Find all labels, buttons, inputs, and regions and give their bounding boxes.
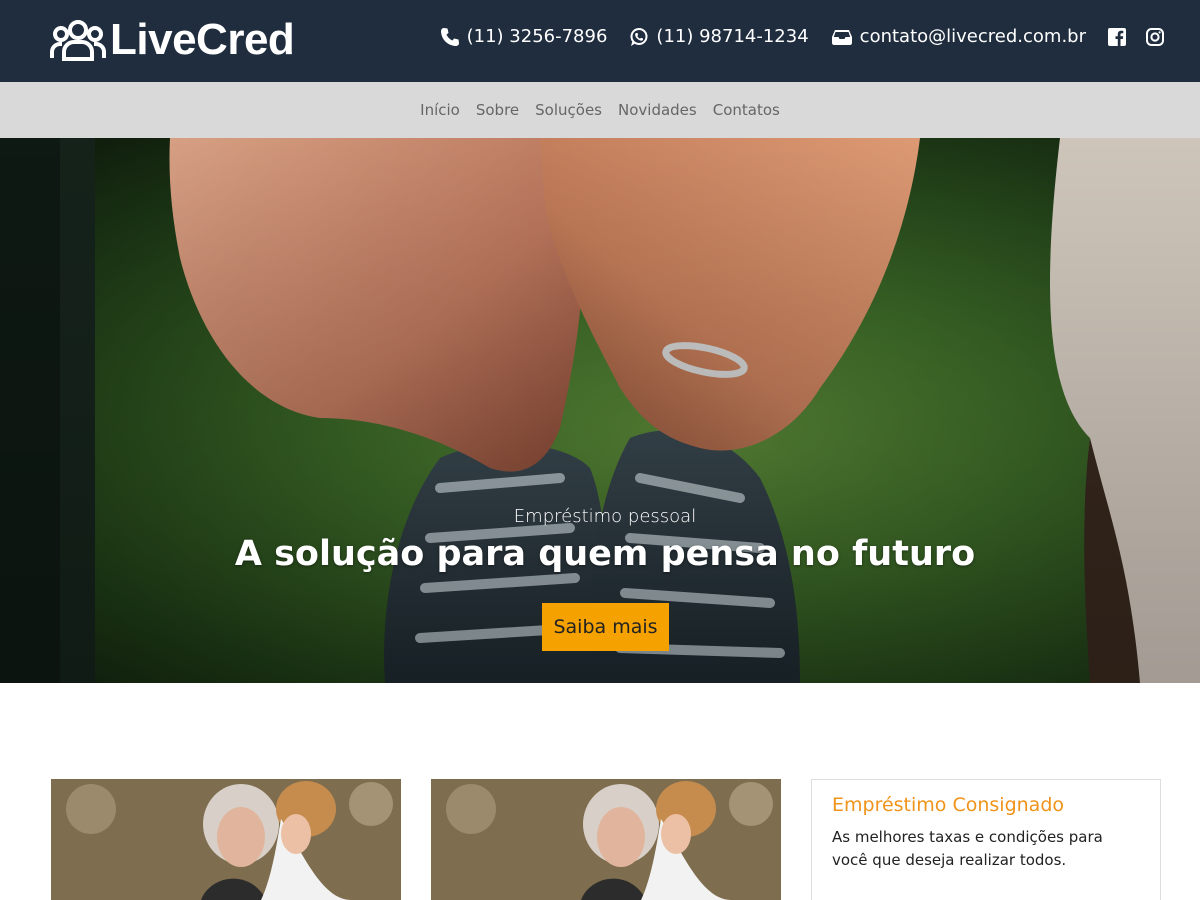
hero-title: A solução para quem pensa no futuro	[234, 534, 976, 574]
phone-number: (11) 3256-7896	[466, 26, 608, 47]
card-description: As melhores taxas e condições para você …	[832, 828, 1103, 869]
whatsapp-icon	[630, 27, 648, 46]
hero-banner: Empréstimo pessoal A solução para quem p…	[0, 138, 1200, 683]
phone-contact[interactable]: (11) 3256-7896	[440, 26, 608, 47]
inbox-icon	[831, 29, 852, 45]
nav-item-novidades[interactable]: Novidades	[618, 101, 697, 119]
phone-icon	[440, 27, 459, 46]
main-nav: Início Sobre Soluções Novidades Contatos	[0, 82, 1200, 138]
group-users-icon	[50, 20, 106, 61]
instagram-icon[interactable]	[1146, 27, 1164, 46]
wedding-photo	[51, 779, 401, 900]
card-image-1[interactable]	[51, 779, 401, 900]
card-title: Empréstimo Consignado	[832, 794, 1064, 816]
social-links	[1108, 27, 1164, 46]
card-emprestimo-consignado[interactable]: Empréstimo Consignado As melhores taxas …	[811, 779, 1161, 900]
top-header: LiveCred (11) 3256-7896 (11) 98714-1234 …	[0, 0, 1200, 82]
nav-item-solucoes[interactable]: Soluções	[535, 101, 602, 119]
brand-name: LiveCred	[110, 15, 295, 64]
card-image-2[interactable]	[431, 779, 781, 900]
brand-logo[interactable]: LiveCred	[50, 15, 295, 64]
email-address: contato@livecred.com.br	[859, 26, 1086, 47]
nav-item-contatos[interactable]: Contatos	[713, 101, 780, 119]
whatsapp-contact[interactable]: (11) 98714-1234	[629, 26, 809, 47]
hero-overlay	[0, 138, 1200, 683]
whatsapp-number: (11) 98714-1234	[656, 26, 809, 47]
hero-kicker: Empréstimo pessoal	[513, 506, 697, 527]
facebook-icon[interactable]	[1108, 27, 1126, 46]
wedding-photo	[431, 779, 781, 900]
saiba-mais-button[interactable]: Saiba mais	[542, 603, 669, 651]
nav-item-inicio[interactable]: Início	[420, 101, 460, 119]
email-contact[interactable]: contato@livecred.com.br	[831, 26, 1086, 47]
nav-item-sobre[interactable]: Sobre	[476, 101, 519, 119]
contact-bar: (11) 3256-7896 (11) 98714-1234 contato@l…	[418, 26, 1164, 47]
